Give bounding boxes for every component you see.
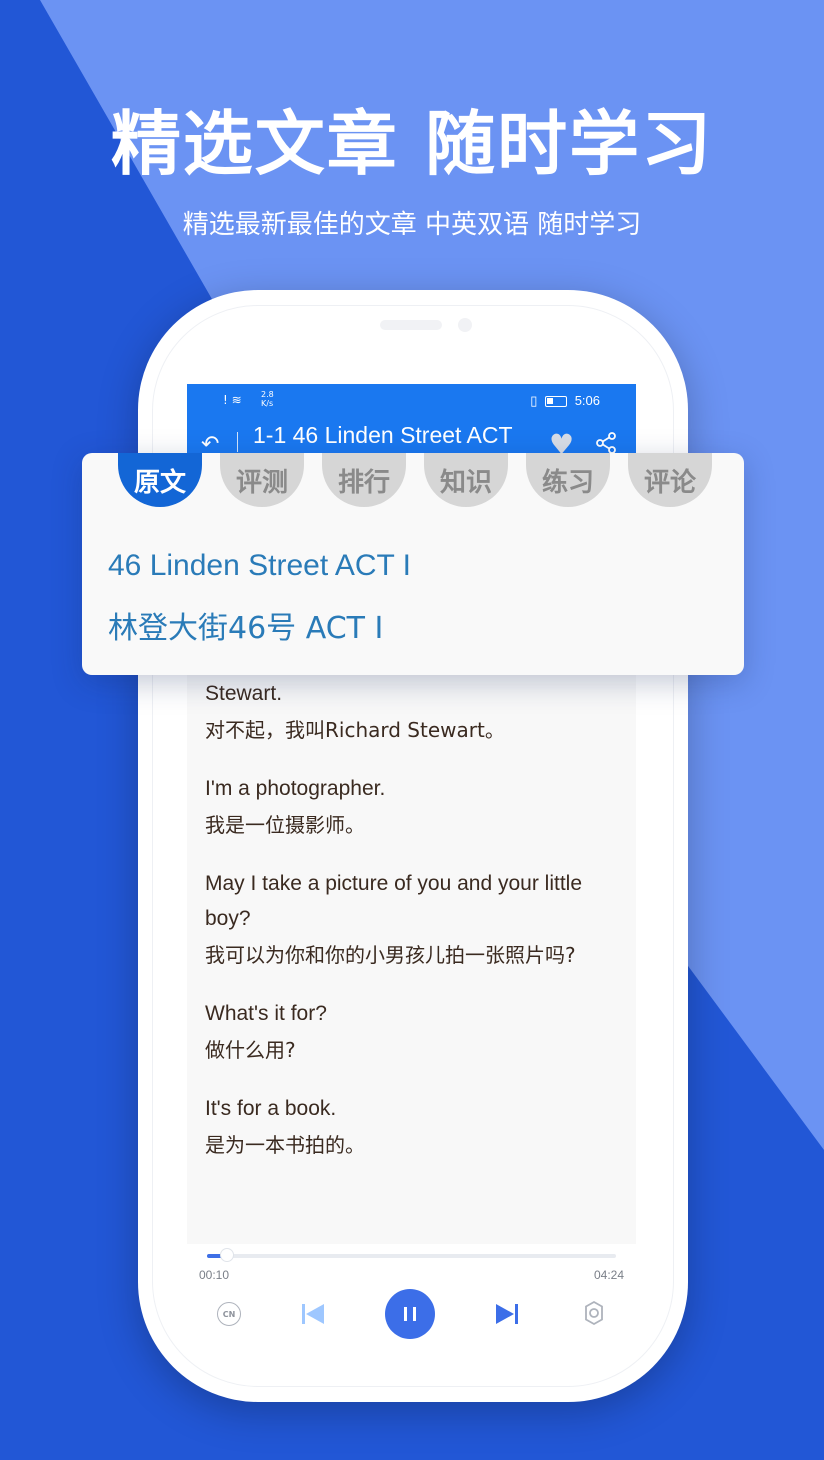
paragraph-cn: 我是一位摄影师。 [205, 813, 365, 837]
paragraph[interactable]: What's it for? 做什么用? [205, 996, 615, 1069]
previous-icon[interactable] [299, 1300, 327, 1328]
tab-5[interactable]: 评论 [628, 453, 712, 507]
network-speed: 2.8 K/s [261, 390, 274, 408]
paragraph-cn: 我可以为你和你的小男孩儿拍一张照片吗? [205, 943, 576, 967]
paragraph-en: What's it for? [205, 1002, 327, 1025]
paragraph-en: May I take a picture of you and your lit… [205, 872, 583, 930]
phone-camera [458, 318, 472, 332]
next-icon[interactable] [493, 1300, 521, 1328]
tab-1[interactable]: 评测 [220, 453, 304, 507]
status-icons: ! ≋ [223, 393, 242, 407]
pause-icon [404, 1307, 416, 1321]
phone-speaker [380, 320, 442, 330]
paragraph[interactable]: Stewart. 对不起，我叫Richard Stewart。 [205, 676, 615, 749]
progress-thumb[interactable] [220, 1248, 235, 1262]
language-toggle-button[interactable]: CN [217, 1302, 241, 1326]
paragraph-en: Stewart. [205, 682, 283, 705]
audio-player: 00:10 04:24 CN [187, 1244, 636, 1354]
vibrate-icon: ▯ [530, 393, 538, 408]
title-divider [237, 432, 238, 452]
tab-2[interactable]: 排行 [322, 453, 406, 507]
language-toggle-label: CN [222, 1309, 236, 1319]
tab-3[interactable]: 知识 [424, 453, 508, 507]
share-glyph [596, 432, 616, 454]
tab-4[interactable]: 练习 [526, 453, 610, 507]
next-glyph [496, 1304, 518, 1324]
tab-0[interactable]: 原文 [118, 453, 202, 507]
previous-glyph [302, 1304, 324, 1324]
progress-track[interactable] [207, 1254, 616, 1258]
card-title-cn: 林登大街46号 ACT I [108, 611, 384, 646]
pause-button[interactable] [385, 1289, 435, 1339]
battery-icon [545, 396, 568, 408]
paragraph[interactable]: May I take a picture of you and your lit… [205, 866, 615, 974]
promo-headline: 精选文章 随时学习 [110, 103, 714, 185]
paragraph-cn: 做什么用? [205, 1038, 296, 1062]
paragraph-cn: 对不起，我叫Richard Stewart。 [205, 718, 505, 742]
promo-subline: 精选最新最佳的文章 中英双语 随时学习 [182, 210, 642, 240]
paragraph-cn: 是为一本书拍的。 [205, 1133, 365, 1157]
app-bar: ! ≋ 2.8 K/s ▯ 5:06 ↶ 1-1 46 Linden Stree… [187, 384, 636, 461]
article-content: Stewart. 对不起，我叫Richard Stewart。 I'm a phot… [205, 676, 615, 1186]
gear-icon[interactable] [581, 1300, 607, 1326]
clock: 5:06 [574, 393, 600, 408]
current-time: 00:10 [199, 1268, 230, 1282]
article-header-card: 原文 评测 排行 知识 练习 评论 46 Linden Street ACT I 林登大街… [82, 453, 744, 675]
tab-bar: 原文 评测 排行 知识 练习 评论 [118, 453, 712, 507]
paragraph[interactable]: I'm a photographer. 我是一位摄影师。 [205, 771, 615, 844]
paragraph-en: I'm a photographer. [205, 777, 386, 800]
paragraph[interactable]: It's for a book. 是为一本书拍的。 [205, 1091, 615, 1164]
total-time: 04:24 [593, 1268, 624, 1282]
card-title-en: 46 Linden Street ACT I [108, 549, 411, 582]
article-title: 1-1 46 Linden Street ACT [253, 422, 513, 448]
gear-glyph [585, 1300, 603, 1326]
status-right: ▯ 5:06 [530, 393, 600, 409]
paragraph-en: It's for a book. [205, 1097, 337, 1120]
